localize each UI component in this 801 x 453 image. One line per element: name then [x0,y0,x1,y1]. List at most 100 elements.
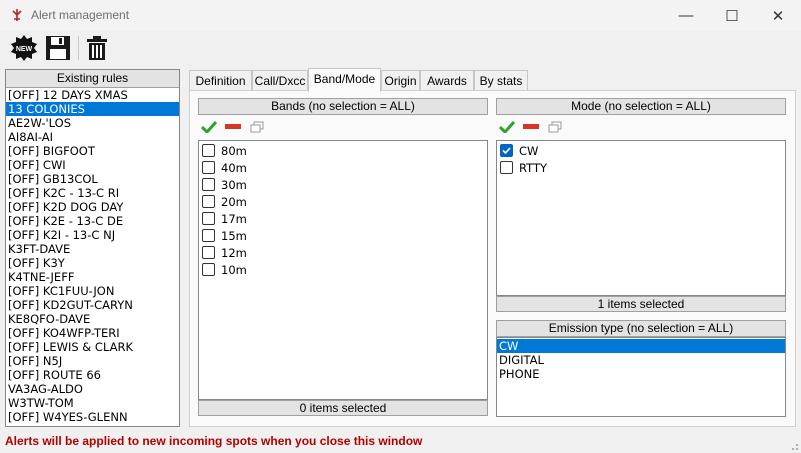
rule-item[interactable]: 13 COLONIES [6,102,179,116]
rule-item[interactable]: [OFF] K2C - 13-C RI [6,186,179,200]
mode-list: CW RTTY [496,140,786,296]
checkbox[interactable] [202,144,215,157]
rule-item[interactable]: [OFF] K2E - 13-C DE [6,214,179,228]
emission-item[interactable]: CW [497,339,785,353]
mode-item[interactable]: RTTY [497,159,785,176]
mode-tools [498,119,564,135]
rule-item[interactable]: [OFF] KC1FUU-JON [6,284,179,298]
checkmark-icon [201,121,217,133]
bands-item[interactable]: 30m [199,176,487,193]
delete-button[interactable] [83,34,111,62]
bands-clear-button[interactable] [224,120,242,134]
bands-item[interactable]: 17m [199,210,487,227]
bands-item[interactable]: 40m [199,159,487,176]
save-icon [46,36,70,60]
checkbox[interactable] [202,229,215,242]
checkbox[interactable] [202,263,215,276]
rule-item[interactable]: [OFF] LEWIS & CLARK [6,340,179,354]
checkbox[interactable] [202,195,215,208]
rule-item[interactable]: AI8AI-AI [6,130,179,144]
copy-windows-icon [250,121,264,133]
bands-item[interactable]: 80m [199,142,487,159]
remove-icon [523,124,539,129]
new-icon: NEW [11,35,37,61]
rule-item[interactable]: K3FT-DAVE [6,242,179,256]
tab-call-dxcc[interactable]: Call/Dxcc [252,70,308,91]
checkbox[interactable] [202,246,215,259]
copy-windows-icon [548,121,562,133]
rule-item[interactable]: [OFF] GB13COL [6,172,179,186]
bands-select-all-button[interactable] [200,120,218,134]
rule-item[interactable]: [OFF] K2D DOG DAY [6,200,179,214]
emission-item[interactable]: PHONE [497,367,785,381]
checkbox[interactable] [202,161,215,174]
bands-item-label: 30m [221,177,247,192]
rule-item[interactable]: [OFF] W4YES-GLENN [6,410,179,424]
rules-list[interactable]: [OFF] 12 DAYS XMAS 13 COLONIES AE2W-'LOS AI… [6,88,179,424]
emission-list[interactable]: CW DIGITAL PHONE [496,337,786,417]
mode-select-all-button[interactable] [498,120,516,134]
save-button[interactable] [44,34,72,62]
checkbox[interactable] [500,144,513,157]
app-icon [12,9,22,21]
rules-panel: Existing rules [OFF] 12 DAYS XMAS 13 COLO… [5,69,180,427]
maximize-icon: ☐ [725,7,739,25]
remove-icon [225,124,241,129]
rule-item[interactable]: AE2W-'LOS [6,116,179,130]
bands-invert-button[interactable] [248,120,266,134]
bands-list: 80m 40m 30m 20m 17m 15m 12m 10m [198,140,488,400]
bands-item-label: 20m [221,194,247,209]
svg-text:NEW: NEW [16,46,33,53]
rule-item[interactable]: KE8QFO-DAVE [6,312,179,326]
tab-by-stats[interactable]: By stats [474,70,528,91]
bands-item[interactable]: 10m [199,261,487,278]
rule-item[interactable]: VA3AG-ALDO [6,382,179,396]
tab-origin[interactable]: Origin [381,70,420,91]
emission-header: Emission type (no selection = ALL) [496,320,786,337]
bands-item[interactable]: 12m [199,244,487,261]
rule-item[interactable]: [OFF] N5J [6,354,179,368]
mode-status: 1 items selected [496,296,786,312]
bands-item-label: 40m [221,160,247,175]
checkbox[interactable] [202,178,215,191]
toolbar: NEW [0,31,801,65]
check-icon [502,147,511,154]
tab-band-mode[interactable]: Band/Mode [308,68,381,92]
mode-item-label: RTTY [519,160,548,175]
rule-item[interactable]: [OFF] KO4WFP-TERI [6,326,179,340]
rule-item[interactable]: K4TNE-JEFF [6,270,179,284]
resize-grip-icon[interactable] [789,441,799,451]
rule-item[interactable]: [OFF] CWI [6,158,179,172]
checkbox[interactable] [202,212,215,225]
tab-definition[interactable]: Definition [189,70,252,91]
bands-item-label: 15m [221,228,247,243]
rule-item[interactable]: [OFF] KD2GUT-CARYN [6,298,179,312]
mode-item-label: CW [519,143,539,158]
rule-item[interactable]: W3TW-TOM [6,396,179,410]
bands-header: Bands (no selection = ALL) [198,98,488,115]
rule-item[interactable]: [OFF] ROUTE 66 [6,368,179,382]
tab-awards[interactable]: Awards [420,70,474,91]
maximize-button[interactable]: ☐ [709,0,755,31]
bands-item[interactable]: 15m [199,227,487,244]
bands-tools [200,119,266,135]
bands-item[interactable]: 20m [199,193,487,210]
minimize-icon: — [678,7,694,24]
bands-item-label: 10m [221,262,247,277]
mode-clear-button[interactable] [522,120,540,134]
mode-invert-button[interactable] [546,120,564,134]
bands-item-label: 17m [221,211,247,226]
mode-item[interactable]: CW [497,142,785,159]
rule-item[interactable]: [OFF] 12 DAYS XMAS [6,88,179,102]
new-rule-button[interactable]: NEW [10,34,38,62]
minimize-button[interactable]: — [663,0,709,31]
trash-icon [87,36,107,60]
rule-item[interactable]: [OFF] BIGFOOT [6,144,179,158]
checkbox[interactable] [500,161,513,174]
title-bar: Alert management — ☐ ✕ [0,0,801,31]
close-button[interactable]: ✕ [755,0,801,31]
close-icon: ✕ [771,7,785,25]
rule-item[interactable]: [OFF] K2I - 13-C NJ [6,228,179,242]
rule-item[interactable]: [OFF] K3Y [6,256,179,270]
emission-item[interactable]: DIGITAL [497,353,785,367]
